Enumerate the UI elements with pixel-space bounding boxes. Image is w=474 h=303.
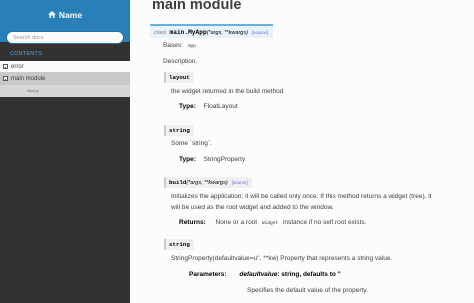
sidebar-item-label: main module (11, 75, 46, 82)
class-args: (*args, **kwargs) (206, 29, 248, 36)
class-keyword: class (154, 29, 167, 36)
project-home-link[interactable]: Name (47, 9, 83, 20)
layout-type-row: Type: FloatLayout (179, 103, 238, 110)
string-description: Some `string`. (171, 140, 212, 147)
string2-description: StringProperty(defaultvalue=u'', **kw) P… (171, 255, 393, 262)
project-name: Name (58, 9, 83, 20)
build-description-line1: Initializes the application; it will be … (171, 193, 432, 200)
home-icon (47, 11, 56, 18)
layout-description: the widget returned in the build method (171, 88, 284, 95)
parameters-label: Parameters: (189, 271, 227, 278)
sidebar-item-label: MyApp (27, 89, 39, 93)
returns-label: Returns: (179, 219, 206, 226)
method-name: build (169, 179, 187, 186)
source-link[interactable]: [source] (232, 180, 248, 185)
sidebar-item-error[interactable]: error (0, 61, 130, 72)
param-description: Specifies the default value of the prope… (247, 287, 368, 294)
layout-attr-signature: layout (164, 72, 194, 83)
bases-value[interactable]: App (188, 44, 196, 49)
returns-text-post: instance if no self.root exists. (282, 219, 367, 226)
param-name: defaultvalue (239, 271, 278, 278)
build-description-line2: will be used as the root widget and adde… (171, 204, 334, 211)
type-label: Type: (179, 156, 196, 163)
string-type-row: Type: StringProperty (179, 156, 245, 163)
sidebar-header: Name (0, 0, 130, 44)
main-content: main module class main.MyApp (*args, **k… (130, 0, 474, 303)
page-title: main module (152, 0, 242, 13)
returns-code[interactable]: Widget (262, 221, 278, 226)
class-signature: class main.MyApp (*args, **kwargs) [sour… (150, 24, 273, 38)
sidebar-item-label: error (11, 63, 24, 70)
type-value: FloatLayout (203, 103, 238, 110)
class-name: main.MyApp (169, 29, 207, 36)
returns-text-pre: None or a root (215, 219, 258, 226)
attr-name: layout (169, 74, 190, 81)
sidebar: Name CONTENTS: error main module MyApp (0, 0, 130, 303)
class-description: Description. (163, 58, 198, 65)
collapse-toggle-icon[interactable] (3, 76, 8, 81)
string-attr-signature: string (164, 125, 194, 136)
param-type: : string, defaults to '' (277, 271, 341, 278)
collapse-toggle-icon[interactable] (3, 64, 8, 69)
build-method-signature: build (*args, **kwargs) [source] (164, 177, 252, 188)
attr-name: string (169, 127, 190, 134)
attr-name: string (169, 241, 190, 248)
type-value: StringProperty (203, 156, 246, 163)
type-label: Type: (179, 103, 196, 110)
bases-label: Bases: (163, 42, 183, 49)
method-args: (*args, **kwargs) (186, 179, 228, 186)
string2-attr-signature: string (164, 239, 194, 250)
sidebar-item-myapp[interactable]: MyApp (0, 85, 130, 97)
parameters-row: Parameters: defaultvalue: string, defaul… (189, 271, 341, 278)
bases-line: Bases: App (163, 42, 196, 49)
sidebar-item-main-module[interactable]: main module (0, 72, 130, 85)
build-returns-row: Returns: None or a root Widget instance … (179, 219, 366, 226)
source-link[interactable]: [source] (252, 30, 268, 35)
